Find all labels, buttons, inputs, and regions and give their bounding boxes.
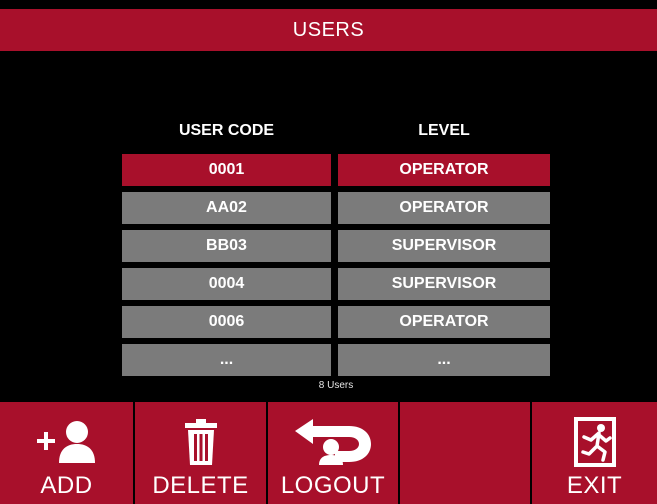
level-cell[interactable]: OPERATOR (338, 154, 550, 186)
more-rows-cell[interactable]: ... (122, 344, 331, 376)
table-row-more[interactable]: ... ... (122, 344, 550, 376)
add-button[interactable]: ADD (0, 402, 135, 504)
user-count: 8 Users (318, 380, 354, 391)
title-bar: USERS (0, 9, 657, 51)
table-row[interactable]: 0006 OPERATOR (122, 306, 550, 338)
level-cell[interactable]: SUPERVISOR (338, 268, 550, 300)
exit-label: EXIT (566, 472, 623, 499)
user-code-cell[interactable]: 0004 (122, 268, 331, 300)
add-label: ADD (40, 472, 93, 499)
table-row[interactable]: 0001 OPERATOR (122, 154, 550, 186)
table-row[interactable]: AA02 OPERATOR (122, 192, 550, 224)
column-header-user-code: USER CODE (178, 122, 275, 139)
user-code-cell[interactable]: BB03 (122, 230, 331, 262)
table-row[interactable]: BB03 SUPERVISOR (122, 230, 550, 262)
users-table: 0001 OPERATOR AA02 OPERATOR BB03 SUPERVI… (122, 154, 550, 382)
level-cell[interactable]: OPERATOR (338, 192, 550, 224)
logout-button[interactable]: LOGOUT (268, 402, 400, 504)
logout-label: LOGOUT (280, 472, 386, 499)
exit-door-icon (573, 416, 617, 468)
bottom-toolbar: ADD DELETE LOGOUT EXIT (0, 400, 657, 504)
page-title: USERS (292, 18, 365, 41)
more-rows-cell[interactable]: ... (338, 344, 550, 376)
level-cell[interactable]: OPERATOR (338, 306, 550, 338)
level-cell[interactable]: SUPERVISOR (338, 230, 550, 262)
user-code-cell[interactable]: 0001 (122, 154, 331, 186)
empty-toolbar-slot (400, 402, 532, 504)
logout-arrow-icon (291, 416, 375, 468)
user-code-cell[interactable]: 0006 (122, 306, 331, 338)
trash-icon (181, 416, 221, 468)
column-header-level: LEVEL (418, 122, 470, 139)
delete-label: DELETE (152, 472, 249, 499)
table-row[interactable]: 0004 SUPERVISOR (122, 268, 550, 300)
delete-button[interactable]: DELETE (135, 402, 268, 504)
exit-button[interactable]: EXIT (532, 402, 657, 504)
add-user-icon (35, 416, 99, 468)
user-code-cell[interactable]: AA02 (122, 192, 331, 224)
